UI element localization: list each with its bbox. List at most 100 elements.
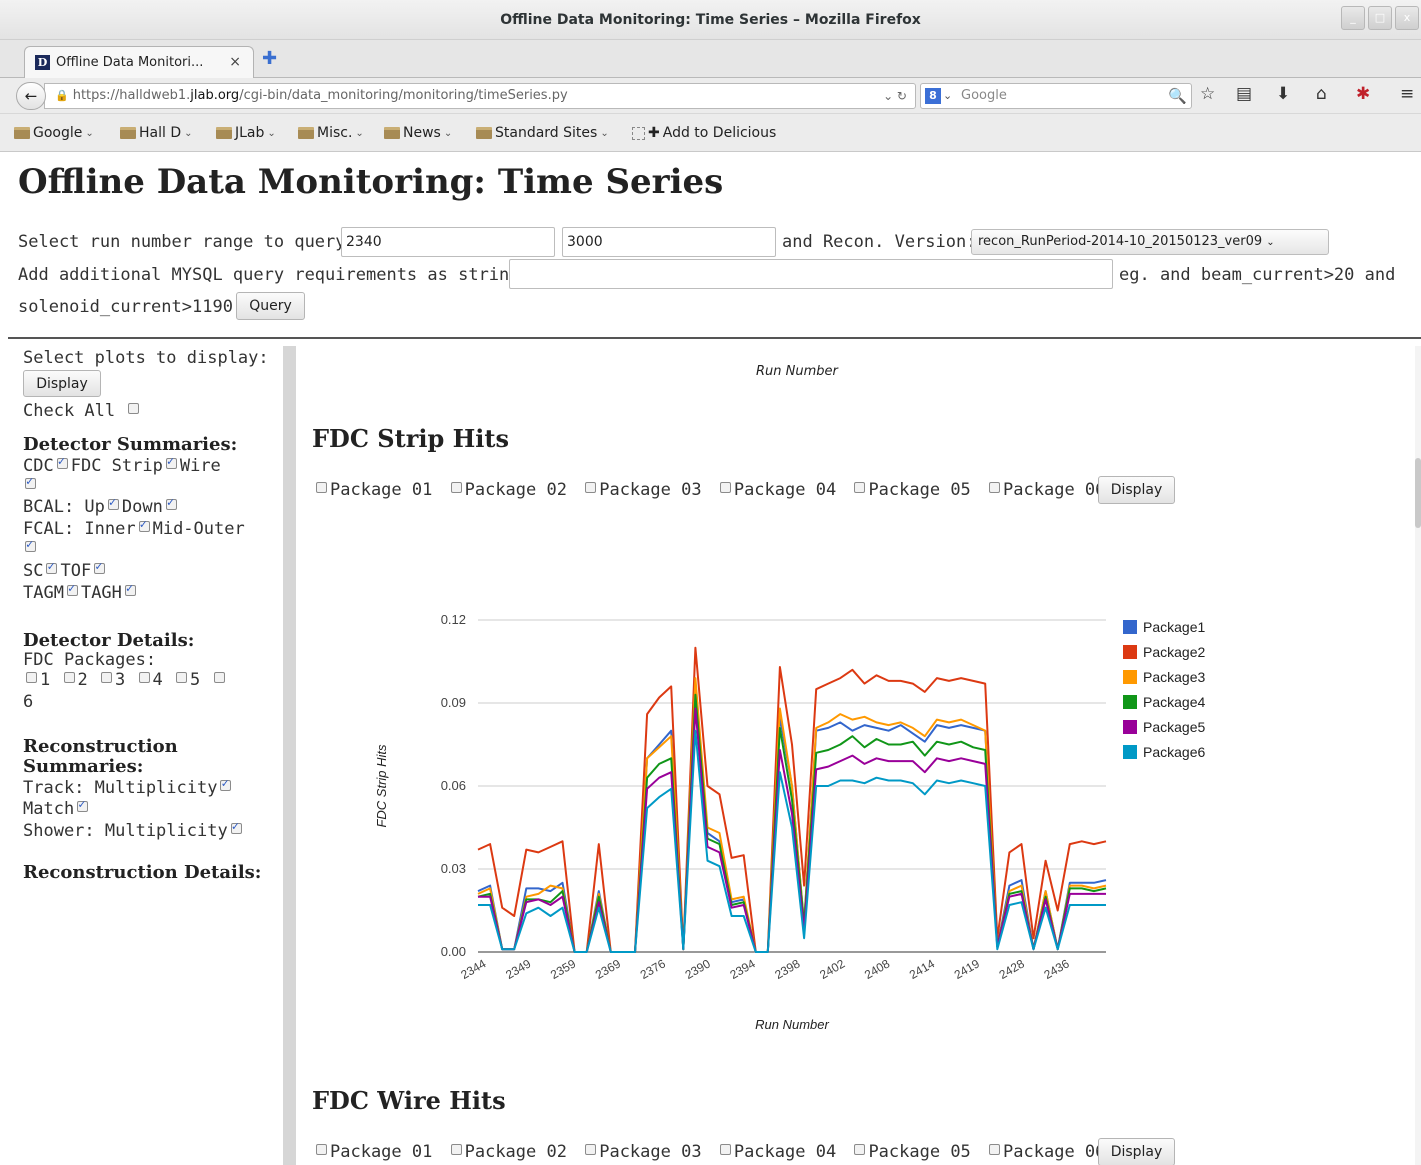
- fdc-strip-checkbox[interactable]: [56, 454, 68, 469]
- run-min-input[interactable]: 2340: [341, 227, 555, 257]
- fcal-mid-outer-label: Mid-Outer: [152, 519, 245, 539]
- fcal-inner-checkbox[interactable]: [138, 517, 150, 532]
- bookmark-add-to-delicious[interactable]: ✚ Add to Delicious: [632, 125, 776, 141]
- home-icon[interactable]: ⌂: [1316, 84, 1327, 104]
- x-tick-label: 2349: [503, 956, 533, 982]
- wire-package-04-checkbox[interactable]: [719, 1144, 731, 1155]
- package-label: Package 01: [330, 480, 433, 500]
- fdc-package-5-checkbox[interactable]: [176, 672, 187, 683]
- wire-package-02-checkbox[interactable]: [450, 1144, 462, 1155]
- wire-package-01-checkbox[interactable]: [316, 1144, 327, 1155]
- strip-package-05-checkbox[interactable]: [854, 482, 866, 493]
- url-host: jlab.org: [190, 88, 240, 103]
- bookmark-folder-standard-sites[interactable]: Standard Sites ⌄: [476, 125, 609, 141]
- chevron-down-icon[interactable]: ⌄: [943, 84, 952, 108]
- menu-icon[interactable]: ≡: [1400, 84, 1414, 104]
- url-bar[interactable]: 🔒 https://halldweb1.jlab.org/cgi-bin/data…: [44, 83, 916, 109]
- mysql-example-continued: solenoid_current>1190: [18, 297, 233, 317]
- strip-package-02-checkbox[interactable]: [450, 482, 462, 493]
- match-checkbox[interactable]: [77, 797, 89, 812]
- bookmark-folder-jlab[interactable]: JLab ⌄: [216, 125, 276, 141]
- package-label: Package 02: [464, 480, 567, 500]
- legend-swatch: [1123, 645, 1137, 659]
- fcal-mid-outer-checkbox[interactable]: [25, 537, 36, 552]
- url-dropdown-reload-icon[interactable]: ⌄ ↻: [883, 84, 907, 108]
- search-placeholder: Google: [961, 88, 1007, 103]
- package-label: Package 01: [330, 1142, 433, 1162]
- bcal-up-checkbox[interactable]: [107, 495, 119, 510]
- mysql-query-input[interactable]: [509, 259, 1113, 289]
- panel-splitter[interactable]: [283, 346, 296, 1165]
- tagm-checkbox[interactable]: [66, 581, 78, 596]
- x-tick-label: 2394: [727, 956, 757, 982]
- bcal-down-checkbox[interactable]: [165, 495, 177, 510]
- strip-package-01-checkbox[interactable]: [316, 482, 327, 493]
- download-icon[interactable]: ⬇: [1276, 84, 1290, 104]
- bookmark-label: Hall D: [139, 125, 182, 141]
- search-input[interactable]: 8 ⌄ Google 🔍: [920, 83, 1192, 109]
- reading-list-icon[interactable]: ▤: [1236, 84, 1252, 104]
- check-all-checkbox[interactable]: [128, 403, 140, 414]
- fdc-package-label: 2: [77, 670, 88, 690]
- y-tick-label: 0.03: [441, 861, 466, 876]
- wire-display-button[interactable]: Display: [1098, 1138, 1175, 1165]
- tab-close-icon[interactable]: ×: [229, 54, 241, 70]
- strip-display-button[interactable]: Display: [1098, 476, 1175, 504]
- tab-bar: D Offline Data Monitori... × ✚: [0, 40, 1421, 78]
- bookmark-folder-misc[interactable]: Misc. ⌄: [298, 125, 364, 141]
- close-window-icon[interactable]: x: [1395, 6, 1419, 30]
- tagh-checkbox[interactable]: [124, 581, 136, 596]
- search-icon[interactable]: 🔍: [1168, 84, 1187, 108]
- page-content: Offline Data Monitoring: Time Series Sel…: [8, 152, 1421, 1165]
- maximize-icon[interactable]: □: [1368, 6, 1392, 30]
- bookmark-label: News: [403, 125, 441, 141]
- folder-icon: [120, 127, 136, 139]
- wire-package-03-checkbox[interactable]: [585, 1144, 597, 1155]
- scrollbar-thumb[interactable]: [1415, 458, 1421, 528]
- strip-package-03-checkbox[interactable]: [585, 482, 597, 493]
- fdc-package-3-checkbox[interactable]: [101, 672, 112, 683]
- minimize-icon[interactable]: _: [1341, 6, 1365, 30]
- page-scrollbar[interactable]: [1415, 346, 1421, 1165]
- fdc-package-1-checkbox[interactable]: [26, 672, 37, 683]
- plot-selection-sidebar: Select plots to display: Display Check A…: [8, 346, 278, 1165]
- shower-multiplicity-checkbox[interactable]: [230, 819, 242, 834]
- bookmark-folder-news[interactable]: News ⌄: [384, 125, 452, 141]
- strip-package-04-checkbox[interactable]: [719, 482, 731, 493]
- tof-checkbox[interactable]: [94, 559, 106, 574]
- fdc-package-2-checkbox[interactable]: [63, 672, 75, 683]
- addon-icon[interactable]: ✱: [1356, 84, 1370, 104]
- bookmark-folder-google[interactable]: Google ⌄: [14, 125, 94, 141]
- y-tick-label: 0.06: [441, 778, 466, 793]
- search-engine-icon[interactable]: 8: [925, 88, 941, 104]
- star-bookmark-icon[interactable]: ☆: [1200, 84, 1215, 104]
- strip-package-06-checkbox[interactable]: [989, 482, 1001, 493]
- wire-package-05-checkbox[interactable]: [854, 1144, 866, 1155]
- back-button[interactable]: ←: [16, 82, 46, 110]
- plus-icon: ✚: [648, 125, 660, 141]
- package-label: Package 06: [1003, 1142, 1106, 1162]
- fdc-package-4-checkbox[interactable]: [138, 672, 150, 683]
- wire-checkbox[interactable]: [165, 454, 177, 469]
- wire-extra-checkbox[interactable]: [25, 474, 36, 489]
- recon-summaries-heading-2: Summaries:: [23, 756, 144, 777]
- bcal-up-label: BCAL: Up: [23, 497, 105, 517]
- bookmark-folder-hall-d[interactable]: Hall D ⌄: [120, 125, 193, 141]
- bcal-down-label: Down: [121, 497, 163, 517]
- query-button[interactable]: Query: [236, 292, 305, 320]
- sc-checkbox[interactable]: [46, 559, 58, 574]
- sidebar-display-button[interactable]: Display: [23, 370, 101, 397]
- recon-version-label: and Recon. Version:: [782, 232, 977, 252]
- track-multiplicity-checkbox[interactable]: [220, 776, 232, 791]
- bookmarks-toolbar: Google ⌄ Hall D ⌄ JLab ⌄ Misc. ⌄ News ⌄ Stand…: [0, 114, 1421, 152]
- run-range-label: Select run number range to query:: [18, 232, 356, 252]
- fdc-package-6-checkbox[interactable]: [213, 672, 225, 683]
- recon-version-select[interactable]: recon_RunPeriod-2014-10_20150123_ver09 ⌄: [971, 229, 1329, 255]
- browser-tab[interactable]: D Offline Data Monitori... ×: [24, 46, 254, 78]
- package-label: Package 06: [1003, 480, 1106, 500]
- new-tab-icon[interactable]: ✚: [262, 48, 277, 69]
- wire-package-06-checkbox[interactable]: [989, 1144, 1001, 1155]
- run-max-input[interactable]: 3000: [562, 227, 776, 257]
- legend-label: Package4: [1143, 694, 1205, 710]
- folder-icon: [14, 127, 30, 139]
